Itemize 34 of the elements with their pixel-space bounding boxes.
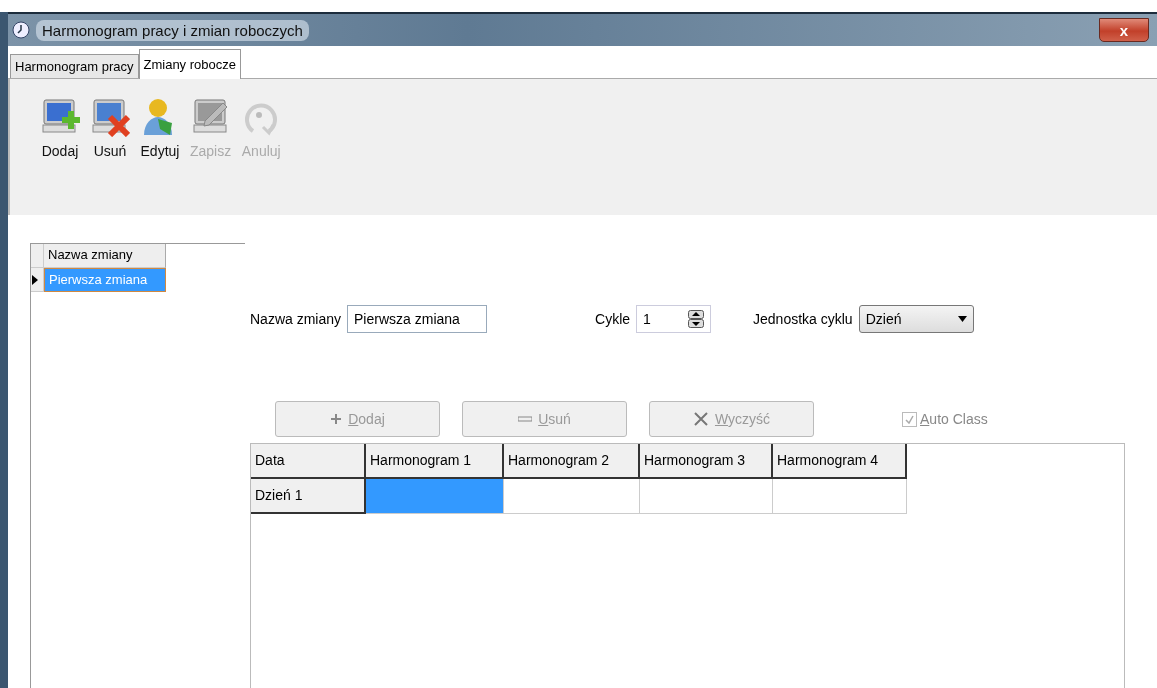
clock-icon — [12, 21, 30, 39]
column-header: Harmonogram 3 — [640, 444, 773, 479]
plus-icon — [330, 413, 343, 425]
column-header: Harmonogram 1 — [366, 444, 504, 479]
close-button[interactable]: x — [1099, 18, 1149, 42]
field-label: Nazwa zmiany — [250, 311, 342, 327]
column-header: Harmonogram 4 — [773, 444, 907, 479]
column-header: Nazwa zmiany — [44, 244, 166, 268]
tab[interactable]: Harmonogram pracy — [10, 54, 139, 78]
checkbox-label: Auto Class — [920, 411, 988, 427]
field-label: Jednostka cyklu — [753, 311, 853, 327]
minus-icon — [518, 416, 533, 422]
table-cell[interactable] — [366, 479, 504, 514]
checkmark-icon — [905, 414, 914, 424]
cross-icon — [692, 411, 709, 427]
dropdown[interactable]: Dzień — [858, 305, 974, 333]
row-header: Dzień 1 — [251, 479, 366, 514]
field-label: Cykle — [595, 311, 631, 327]
toolbar-button[interactable]: Dodaj — [38, 97, 82, 159]
table-cell[interactable] — [773, 479, 907, 514]
table-cell[interactable] — [504, 479, 640, 514]
column-header: Data — [251, 444, 366, 479]
window-title: Harmonogram pracy i zmian roboczych — [36, 19, 309, 41]
toolbar-button[interactable]: Edytuj — [138, 97, 182, 159]
column-header: Harmonogram 2 — [504, 444, 640, 479]
spin-field[interactable]: 1 — [636, 305, 712, 333]
spinner-arrows-icon — [688, 310, 705, 328]
monitor-cross-icon — [90, 97, 130, 137]
caret-icon — [957, 316, 967, 322]
table-cell[interactable] — [640, 479, 773, 514]
toolbar-button[interactable]: Usuń — [88, 97, 132, 159]
input-field[interactable]: Pierwsza zmiana — [347, 305, 488, 333]
tab[interactable]: Zmiany robocze — [138, 49, 241, 79]
row-pointer-icon — [31, 273, 39, 286]
